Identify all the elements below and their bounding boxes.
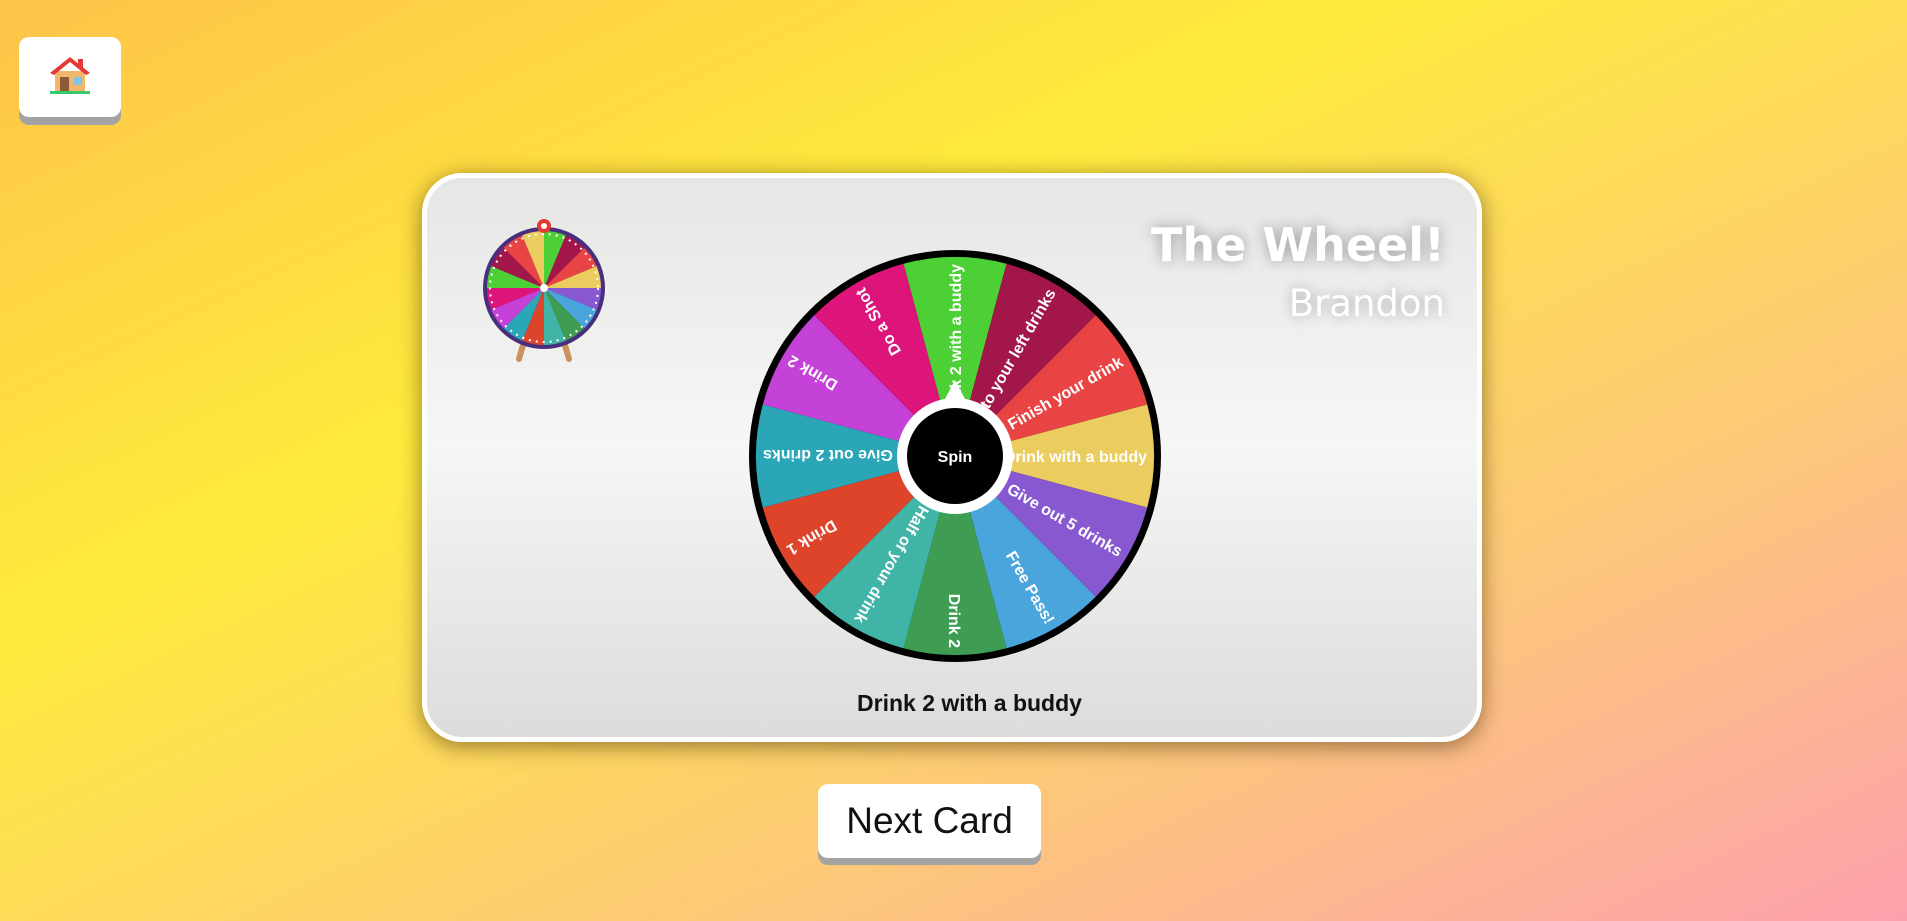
game-card: The Wheel! Brandon Drink 2 with a buddy P… bbox=[422, 173, 1482, 742]
house-icon bbox=[48, 53, 92, 102]
wheel-segment-label: Give out 2 drinks bbox=[763, 446, 893, 463]
wheel-segment-label: Drink with a buddy bbox=[1004, 449, 1147, 466]
spin-button[interactable]: Spin bbox=[907, 408, 1003, 504]
next-card-label: Next Card bbox=[846, 800, 1013, 841]
next-card-button[interactable]: Next Card bbox=[818, 784, 1041, 858]
wheel-logo-icon bbox=[479, 214, 609, 369]
home-button[interactable] bbox=[19, 37, 121, 117]
result-text: Drink 2 with a buddy bbox=[857, 690, 1082, 716]
spin-button-label: Spin bbox=[938, 449, 973, 466]
game-title: The Wheel! bbox=[1151, 218, 1445, 272]
spin-wheel: Drink 2 with a buddyPlayer to your left … bbox=[749, 250, 1161, 662]
player-name: Brandon bbox=[1288, 282, 1445, 325]
wheel-segment-label: Drink 2 bbox=[945, 594, 962, 648]
